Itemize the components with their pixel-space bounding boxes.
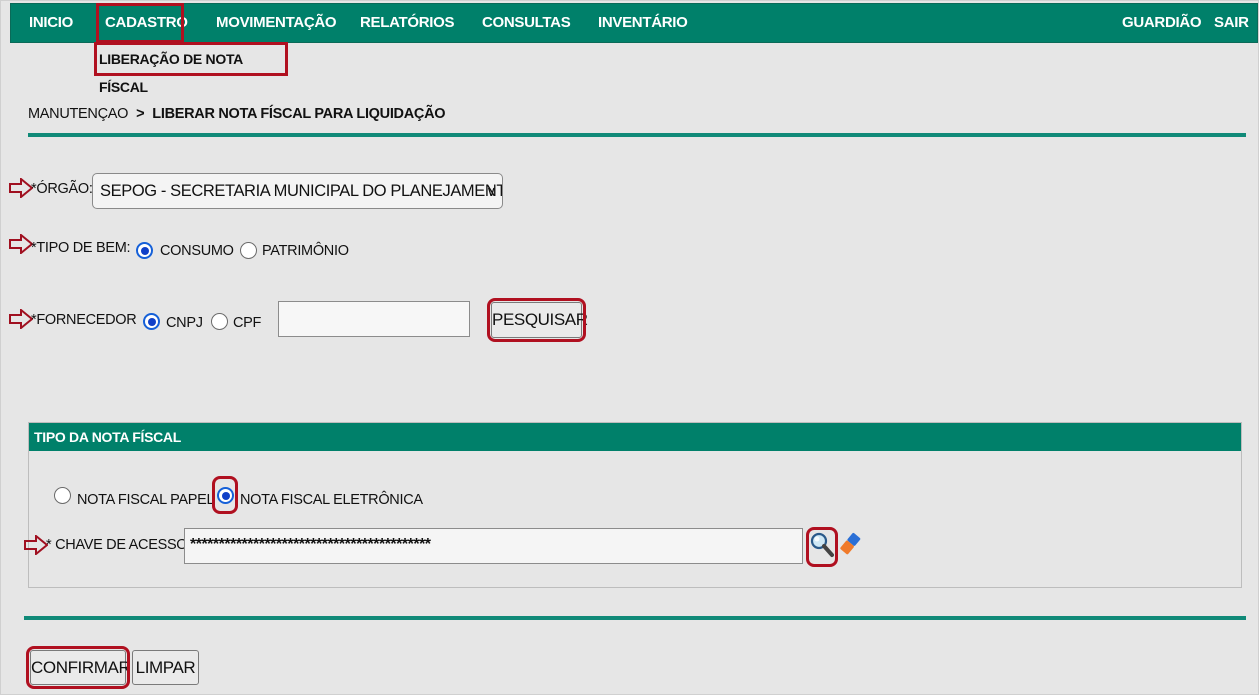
cpf-label: CPF: [233, 315, 262, 331]
chave-acesso-label: * CHAVE DE ACESSO:: [46, 537, 192, 553]
clear-button[interactable]: LIMPAR: [132, 650, 199, 685]
radio-cnpj[interactable]: [143, 313, 160, 330]
arrow-right-icon: [24, 535, 48, 555]
radio-nota-papel[interactable]: [54, 487, 71, 504]
breadcrumb-current: LIBERAR NOTA FÍSCAL PARA LIQUIDAÇÃO: [152, 106, 446, 122]
cadastro-highlight: [96, 3, 184, 43]
nav-sair[interactable]: SAIR: [1214, 4, 1249, 42]
magnifier-icon[interactable]: [810, 532, 834, 558]
nav-inicio[interactable]: INICIO: [29, 4, 73, 42]
patrimonio-label: PATRIMÔNIO: [262, 243, 349, 259]
divider-bottom: [24, 616, 1246, 620]
arrow-right-icon: [9, 234, 33, 254]
arrow-right-icon: [9, 309, 33, 329]
page-frame: [0, 0, 1259, 695]
submenu-liberacao-nota-fiscal[interactable]: LIBERAÇÃO DE NOTA FÍSCAL: [94, 42, 288, 95]
nav-guardiao[interactable]: GUARDIÃO: [1122, 4, 1202, 42]
arrow-right-icon: [9, 178, 33, 198]
breadcrumb-separator: >: [136, 106, 145, 122]
nav-movimentacao[interactable]: MOVIMENTAÇÃO: [216, 4, 337, 42]
confirm-highlight: [26, 646, 130, 689]
orgao-selected-value: SEPOG - SECRETARIA MUNICIPAL DO PLANEJAM…: [100, 182, 502, 200]
consumo-label: CONSUMO: [160, 243, 234, 259]
nav-consultas[interactable]: CONSULTAS: [482, 4, 571, 42]
cnpj-label: CNPJ: [166, 315, 203, 331]
nav-inventario[interactable]: INVENTÁRIO: [598, 4, 688, 42]
nav-relatorios[interactable]: RELATÓRIOS: [360, 4, 455, 42]
radio-consumo[interactable]: [136, 242, 153, 259]
pesquisar-highlight: [487, 298, 586, 342]
orgao-label: *ÓRGÃO:: [31, 181, 93, 197]
breadcrumb: MANUTENÇAO > LIBERAR NOTA FÍSCAL PARA LIQU…: [28, 106, 446, 122]
radio-cpf[interactable]: [211, 313, 228, 330]
orgao-select[interactable]: SEPOG - SECRETARIA MUNICIPAL DO PLANEJAM…: [92, 173, 503, 209]
chave-acesso-input[interactable]: ****************************************…: [184, 528, 803, 564]
divider-top: [28, 133, 1246, 137]
chevron-down-icon: ∨: [486, 183, 496, 199]
radio-patrimonio[interactable]: [240, 242, 257, 259]
panel-title: TIPO DA NOTA FÍSCAL: [29, 423, 1241, 451]
breadcrumb-parent[interactable]: MANUTENÇAO: [28, 106, 128, 122]
fornecedor-label: *FORNECEDOR: [31, 312, 137, 328]
fornecedor-input[interactable]: [278, 301, 470, 337]
eraser-icon[interactable]: [838, 531, 862, 557]
nota-papel-label: NOTA FISCAL PAPEL: [77, 492, 215, 508]
top-nav: INICIO CADASTRO MOVIMENTAÇÃO RELATÓRIOS …: [10, 3, 1258, 43]
nota-eletronica-highlight: [212, 476, 238, 514]
nota-eletronica-label: NOTA FISCAL ELETRÔNICA: [240, 492, 423, 508]
tipo-bem-label: *TIPO DE BEM:: [31, 240, 131, 256]
